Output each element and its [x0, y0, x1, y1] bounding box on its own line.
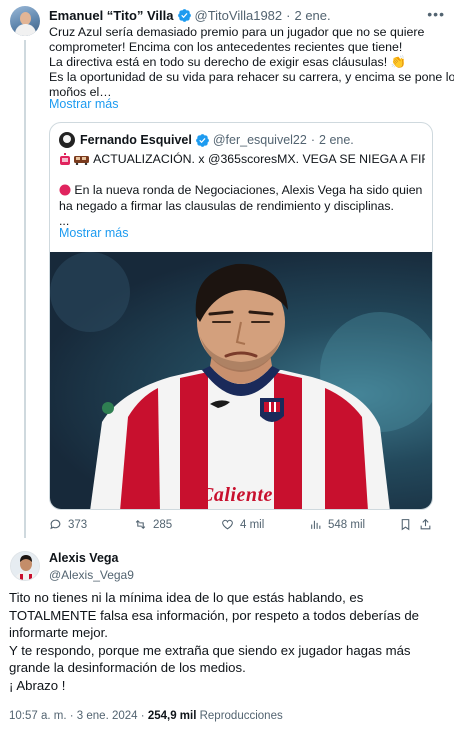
reply-line: informarte mejor. [9, 625, 108, 641]
separator-dot: · [286, 8, 291, 23]
train-emoji-icon [74, 156, 90, 165]
share-button[interactable] [419, 518, 438, 531]
tweet-line: Cruz Azul sería demasiado premio para un… [49, 25, 425, 39]
reply-meta: 10:57 a. m. · 3 ene. 2024 · 254,9 mil Re… [9, 710, 283, 722]
quoted-tweet-header: Fernando Esquivel @fer_esquivel22 · 2 en… [59, 132, 354, 148]
reply-line: TOTALMENTE falsa esa información, por re… [9, 607, 419, 623]
views-chart-icon [311, 520, 321, 529]
reply-views-label: Reproducciones [199, 710, 283, 722]
tweet-line: comprometer! Encima con los antecedentes… [49, 40, 403, 54]
bookmark-button[interactable] [399, 518, 418, 531]
tweet-header: Emanuel “Tito” Villa @TitoVilla1982 · 2 … [49, 8, 331, 23]
tweet-text: Cruz Azul sería demasiado premio para un… [49, 25, 454, 100]
quoted-line-text: ACTUALIZACIÓN. x @365scoresMX. VEGA SE N… [93, 152, 425, 166]
avatar-fernando-esquivel[interactable] [59, 132, 75, 148]
reply-author-name[interactable]: Alexis Vega [49, 551, 134, 565]
tweet-action-bar: 373 285 4 mil 548 mil [49, 518, 439, 532]
avatar-tito-villa[interactable] [10, 6, 40, 36]
reply-author-handle[interactable]: @Alexis_Vega9 [49, 568, 134, 582]
quoted-line: ACTUALIZACIÓN. x @365scoresMX. VEGA SE N… [59, 152, 425, 168]
quoted-show-more-link[interactable]: Mostrar más [59, 226, 128, 240]
reply-button[interactable]: 373 [49, 518, 87, 531]
thread-line [24, 40, 26, 538]
player-photo-illustration [50, 252, 432, 509]
show-more-link[interactable]: Mostrar más [49, 97, 118, 111]
separator-dot: · [310, 133, 316, 147]
reply-time[interactable]: 10:57 a. m. [9, 710, 67, 722]
quoted-line-text: En la nueva ronda de Negociaciones, Alex… [74, 183, 425, 197]
heart-icon [222, 519, 233, 530]
siren-emoji-icon [60, 153, 70, 165]
reply-icon [50, 519, 61, 530]
reply-line: grande la desinformación de los medios. [9, 660, 246, 676]
quoted-tweet[interactable]: Fernando Esquivel @fer_esquivel22 · 2 en… [49, 122, 433, 510]
reply-views-count: 254,9 mil [147, 710, 197, 722]
views-count: 548 mil [328, 518, 366, 531]
tweet-date[interactable]: 2 ene. [294, 8, 330, 23]
like-button[interactable]: 4 mil [221, 518, 264, 531]
tweet-line: La directiva está en todo su derecho de … [49, 55, 407, 69]
reply-header: Alexis Vega @Alexis_Vega9 [49, 551, 134, 582]
quoted-line: ha negado a firmar las clausulas de rend… [59, 198, 394, 213]
quoted-author-handle[interactable]: @fer_esquivel22 [213, 133, 307, 147]
author-name[interactable]: Emanuel “Tito” Villa [49, 8, 174, 23]
quoted-author-name[interactable]: Fernando Esquivel [80, 133, 192, 147]
like-count: 4 mil [240, 518, 265, 531]
verified-badge-icon [195, 133, 209, 147]
quoted-tweet-text: ACTUALIZACIÓN. x @365scoresMX. VEGA SE N… [59, 152, 425, 230]
views-button[interactable]: 548 mil [309, 518, 365, 531]
separator-dot: · [140, 710, 145, 722]
reply-line: Tito no tienes ni la mínima idea de lo q… [9, 590, 364, 605]
quoted-tweet-photo[interactable]: Caliente [50, 252, 432, 509]
reply-date[interactable]: 3 ene. 2024 [77, 710, 138, 722]
reply-line: Y te respondo, porque me extraña que sie… [9, 642, 411, 658]
separator-dot: · [69, 710, 74, 722]
author-handle[interactable]: @TitoVilla1982 [195, 8, 283, 23]
tweet-line: Es la oportunidad de su vida para rehace… [49, 70, 454, 84]
reply-text: Tito no tienes ni la mínima idea de lo q… [9, 589, 449, 695]
avatar-alexis-vega[interactable] [10, 551, 40, 581]
red-circle-emoji-icon [59, 184, 71, 196]
jersey-sponsor-text: Caliente [200, 484, 273, 506]
retweet-button[interactable]: 285 [134, 518, 172, 531]
retweet-icon [135, 519, 146, 530]
quoted-line: En la nueva ronda de Negociaciones, Alex… [59, 183, 425, 199]
retweet-count: 285 [153, 518, 173, 531]
verified-badge-icon [177, 9, 191, 22]
share-icon [420, 518, 431, 530]
bookmark-icon [401, 519, 410, 531]
quoted-tweet-date[interactable]: 2 ene. [319, 133, 354, 147]
reply-line: ¡ Abrazo ! [9, 677, 66, 693]
avatar-illustration [11, 552, 39, 580]
reply-count: 373 [68, 518, 88, 531]
ellipsis-icon[interactable]: ••• [427, 6, 445, 22]
